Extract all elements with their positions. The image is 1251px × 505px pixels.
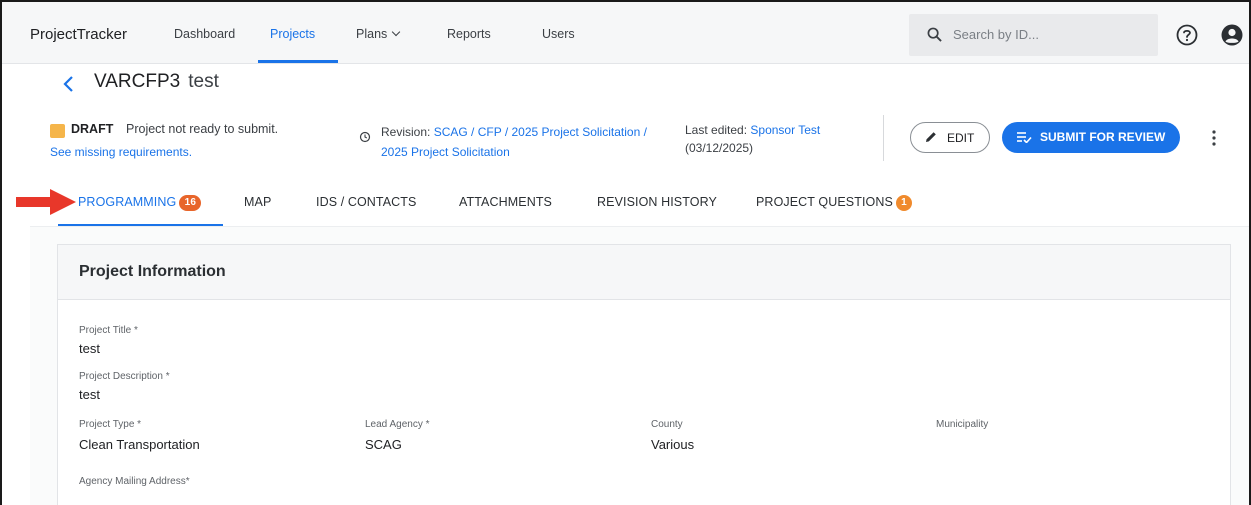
nav-plans-label: Plans [356,27,388,41]
search-icon [927,27,942,42]
municipality-label: Municipality [936,419,989,430]
card-header: Project Information [58,245,1230,300]
missing-requirements-link[interactable]: See missing requirements. [50,145,192,159]
account-circle-icon[interactable] [1221,24,1243,46]
revision-info: Revision: SCAG / CFP / 2025 Project Soli… [381,122,676,162]
revision-link-line1[interactable]: SCAG / CFP / 2025 Project Solicitation / [434,125,647,139]
tab-project-questions-badge: 1 [895,195,912,211]
lead-agency-value: SCAG [365,437,402,452]
brand-logo[interactable]: ProjectTracker [30,26,127,43]
search-placeholder: Search by ID... [953,27,1039,42]
project-type-label: Project Type * [79,419,142,430]
app-window: ProjectTracker Dashboard Projects Plans … [0,0,1251,505]
project-information-card: Project Information Project Title * test… [57,244,1231,505]
status-message: Project not ready to submit. [126,122,279,136]
mailing-address-label: Agency Mailing Address* [79,476,190,487]
revision-link-line2[interactable]: 2025 Project Solicitation [381,145,510,159]
back-arrow-icon[interactable] [61,75,75,93]
lead-agency-label: Lead Agency * [365,419,430,430]
nav-plans[interactable]: Plans [356,27,401,41]
red-arrow-annotation [16,189,76,215]
tab-project-questions-label: PROJECT QUESTIONS [756,195,893,209]
project-description-value: test [79,387,100,402]
chevron-down-icon [392,27,401,37]
tab-revision-history[interactable]: REVISION HISTORY [597,195,717,209]
last-edited-info: Last edited: Sponsor Test (03/12/2025) [685,121,855,157]
nav-projects[interactable]: Projects [270,27,315,41]
status-color-swatch [50,124,65,138]
more-vert-icon[interactable] [1210,129,1218,147]
last-edited-date: (03/12/2025) [685,141,754,155]
tab-attachments[interactable]: ATTACHMENTS [459,195,552,209]
tab-programming[interactable]: PROGRAMMING 16 [78,195,202,212]
search-input[interactable]: Search by ID... [909,14,1158,56]
county-label: County [651,419,683,430]
active-nav-indicator [258,60,338,63]
project-title-value: test [79,341,100,356]
playlist-check-icon [1017,132,1032,143]
top-nav: ProjectTracker Dashboard Projects Plans … [2,2,1249,64]
nav-users[interactable]: Users [542,27,575,41]
last-edited-user-link[interactable]: Sponsor Test [750,123,820,137]
submit-button-label: SUBMIT FOR REVIEW [1040,130,1166,144]
history-icon [359,131,371,143]
project-type-value: Clean Transportation [79,437,200,452]
pencil-icon [926,132,936,142]
project-name: test [188,71,219,92]
revision-prefix: Revision: [381,125,431,139]
project-title-label: Project Title * [79,325,138,336]
tab-programming-badge: 16 [179,195,202,211]
project-description-label: Project Description * [79,371,170,382]
tab-project-questions[interactable]: PROJECT QUESTIONS 1 [756,195,912,212]
card-title: Project Information [79,263,226,280]
tab-ids-contacts[interactable]: IDS / CONTACTS [316,195,416,209]
last-edited-prefix: Last edited: [685,123,748,137]
edit-button-label: EDIT [947,131,975,145]
nav-reports[interactable]: Reports [447,27,491,41]
project-code: VARCFP3 [94,71,181,92]
help-circle-icon[interactable] [1176,24,1198,46]
header-divider [883,115,884,161]
tab-programming-label: PROGRAMMING [78,195,177,209]
nav-dashboard[interactable]: Dashboard [174,27,235,41]
submit-for-review-button[interactable]: SUBMIT FOR REVIEW [1002,122,1180,153]
county-value: Various [651,437,695,452]
status-badge: DRAFT [71,122,114,136]
edit-button[interactable]: EDIT [910,122,990,153]
tab-map[interactable]: MAP [244,195,271,209]
page-title: VARCFP3 test [94,71,219,93]
